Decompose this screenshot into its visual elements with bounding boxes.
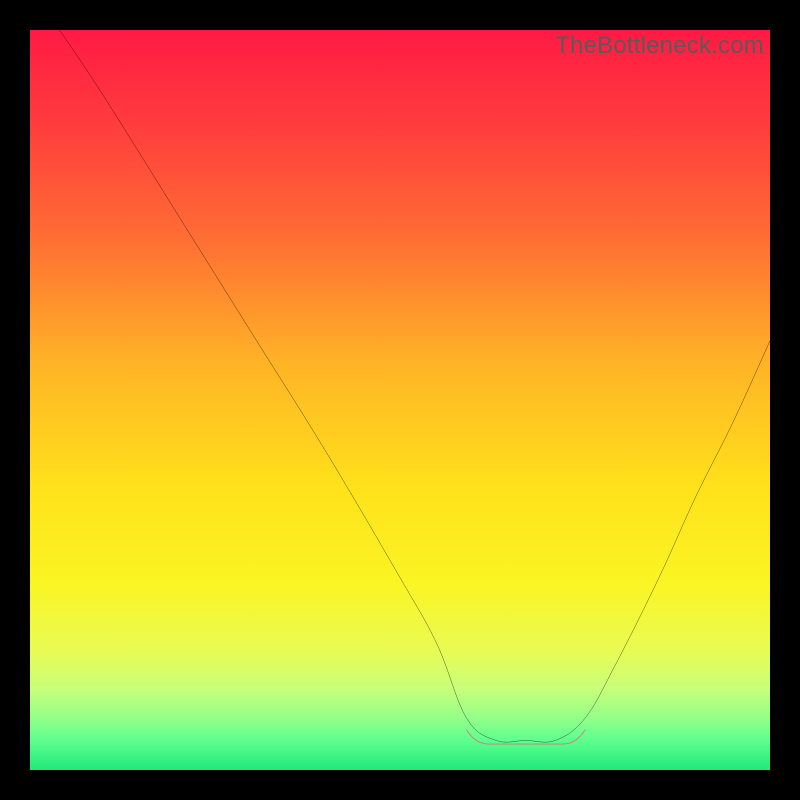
optimum-band-path — [467, 730, 585, 744]
optimum-band-svg — [30, 30, 770, 770]
plot-area: TheBottleneck.com — [30, 30, 770, 770]
chart-stage: TheBottleneck.com — [0, 0, 800, 800]
